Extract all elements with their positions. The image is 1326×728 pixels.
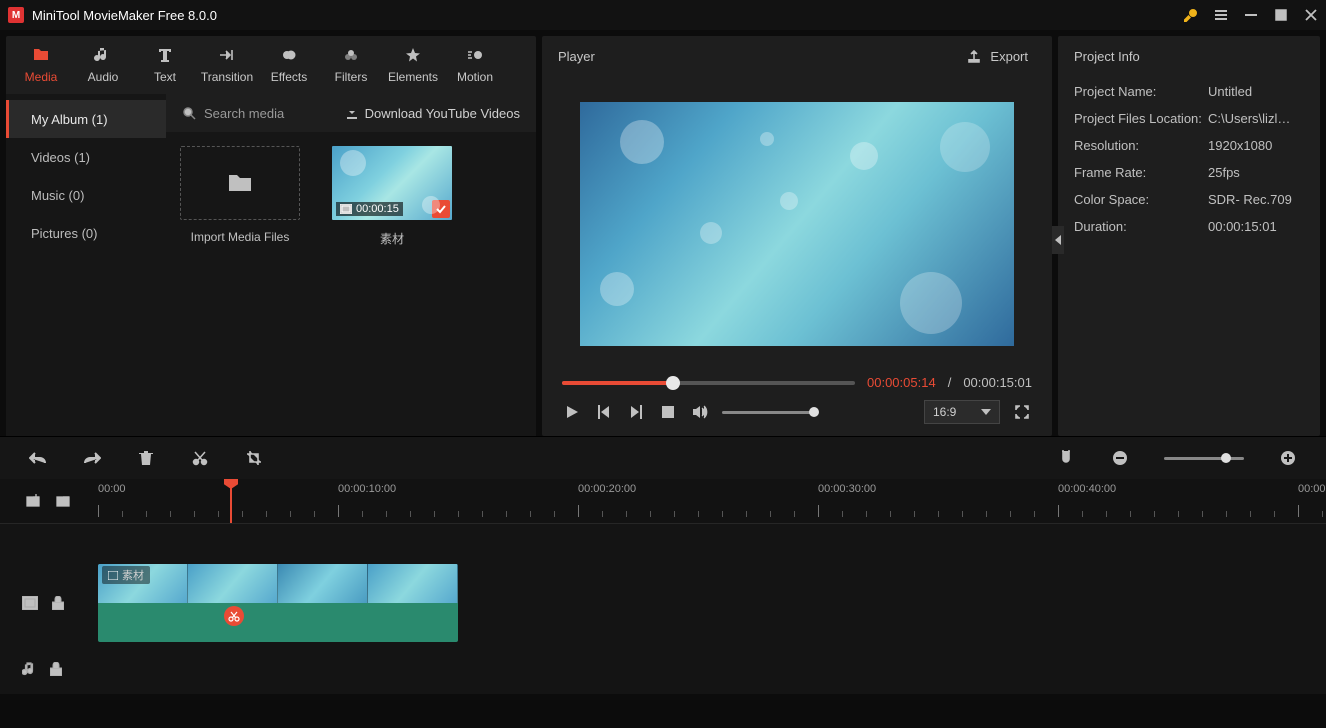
proj-framerate-label: Frame Rate: (1074, 165, 1208, 180)
video-track-icon (22, 596, 38, 610)
proj-duration-label: Duration: (1074, 219, 1208, 234)
clip-selected-icon (432, 200, 450, 218)
maximize-button[interactable] (1266, 0, 1296, 30)
sidebar-item-pictures[interactable]: Pictures (0) (6, 214, 166, 252)
playhead[interactable] (230, 479, 232, 523)
timeline: 00:0000:00:10:0000:00:20:0000:00:30:0000… (0, 436, 1326, 694)
current-time: 00:00:05:14 (867, 375, 936, 390)
media-clip[interactable]: 00:00:15 素材 (328, 146, 456, 247)
clip-label: 素材 (102, 566, 150, 584)
sidebar-item-videos[interactable]: Videos (1) (6, 138, 166, 176)
volume-button[interactable] (690, 402, 710, 422)
split-marker-icon[interactable] (224, 606, 244, 626)
video-track: 素材 (0, 562, 1326, 644)
proj-framerate-value: 25fps (1208, 165, 1304, 180)
undo-button[interactable] (28, 448, 48, 468)
delete-button[interactable] (136, 448, 156, 468)
download-icon (345, 106, 359, 120)
proj-resolution-value: 1920x1080 (1208, 138, 1304, 153)
proj-location-value: C:\Users\lizl… (1208, 111, 1304, 126)
app-logo: M (8, 7, 24, 23)
tab-text[interactable]: Text (134, 36, 196, 94)
proj-name-value: Untitled (1208, 84, 1304, 99)
lock-icon[interactable] (52, 596, 64, 610)
sidebar-item-music[interactable]: Music (0) (6, 176, 166, 214)
film-icon (108, 571, 118, 580)
minimize-button[interactable] (1236, 0, 1266, 30)
media-panel: Media Audio Text Transition Effects Filt… (6, 36, 536, 436)
sidebar-item-my-album[interactable]: My Album (1) (6, 100, 166, 138)
zoom-slider[interactable] (1164, 457, 1244, 460)
aspect-ratio-select[interactable]: 16:9 (924, 400, 1000, 424)
proj-name-label: Project Name: (1074, 84, 1208, 99)
timeline-ruler[interactable]: 00:0000:00:10:0000:00:20:0000:00:30:0000… (98, 479, 1326, 523)
crop-button[interactable] (244, 448, 264, 468)
timeline-toolbar (0, 437, 1326, 479)
zoom-in-button[interactable] (1278, 448, 1298, 468)
add-track-button[interactable] (24, 491, 44, 511)
close-button[interactable] (1296, 0, 1326, 30)
player-title: Player (558, 49, 595, 64)
tab-elements[interactable]: Elements (382, 36, 444, 94)
media-sidebar: My Album (1) Videos (1) Music (0) Pictur… (6, 94, 166, 436)
tab-transition[interactable]: Transition (196, 36, 258, 94)
remove-track-button[interactable] (54, 491, 74, 511)
folder-icon (227, 172, 253, 194)
export-icon (966, 48, 982, 64)
snap-button[interactable] (1056, 448, 1076, 468)
proj-colorspace-label: Color Space: (1074, 192, 1208, 207)
timeline-clip[interactable]: 素材 (98, 564, 458, 642)
proj-duration-value: 00:00:15:01 (1208, 219, 1304, 234)
license-key-icon[interactable] (1176, 0, 1206, 30)
film-icon (340, 204, 352, 214)
proj-colorspace-value: SDR- Rec.709 (1208, 192, 1304, 207)
tab-motion[interactable]: Motion (444, 36, 506, 94)
proj-location-label: Project Files Location: (1074, 111, 1208, 126)
stop-button[interactable] (658, 402, 678, 422)
zoom-out-button[interactable] (1110, 448, 1130, 468)
audio-track (0, 644, 1326, 694)
chevron-down-icon (981, 409, 991, 415)
export-button[interactable]: Export (958, 44, 1036, 68)
player-panel: Player Export 00:00:05:14 / 00: (542, 36, 1052, 436)
lock-icon[interactable] (50, 662, 62, 676)
proj-resolution-label: Resolution: (1074, 138, 1208, 153)
menu-icon[interactable] (1206, 0, 1236, 30)
redo-button[interactable] (82, 448, 102, 468)
total-time: 00:00:15:01 (963, 375, 1032, 390)
tab-filters[interactable]: Filters (320, 36, 382, 94)
time-separator: / (948, 375, 952, 390)
prev-frame-button[interactable] (594, 402, 614, 422)
panel-collapse-button[interactable] (1052, 226, 1064, 254)
search-input[interactable]: Search media (204, 106, 284, 121)
volume-slider[interactable] (722, 411, 814, 414)
tab-media[interactable]: Media (10, 36, 72, 94)
clip-duration-badge: 00:00:15 (336, 202, 403, 216)
project-info-panel: Project Info Project Name:Untitled Proje… (1058, 36, 1320, 436)
app-title: MiniTool MovieMaker Free 8.0.0 (32, 8, 217, 23)
download-youtube-link[interactable]: Download YouTube Videos (345, 106, 520, 121)
split-button[interactable] (190, 448, 210, 468)
tab-effects[interactable]: Effects (258, 36, 320, 94)
tab-audio[interactable]: Audio (72, 36, 134, 94)
next-frame-button[interactable] (626, 402, 646, 422)
project-info-title: Project Info (1074, 49, 1140, 64)
play-button[interactable] (562, 402, 582, 422)
tool-tabs: Media Audio Text Transition Effects Filt… (6, 36, 536, 94)
fullscreen-button[interactable] (1012, 402, 1032, 422)
search-icon (182, 106, 196, 120)
seek-bar[interactable] (562, 381, 855, 385)
import-media-button[interactable]: Import Media Files (176, 146, 304, 247)
audio-track-icon (22, 661, 36, 677)
preview-canvas (580, 102, 1014, 346)
title-bar: M MiniTool MovieMaker Free 8.0.0 (0, 0, 1326, 30)
